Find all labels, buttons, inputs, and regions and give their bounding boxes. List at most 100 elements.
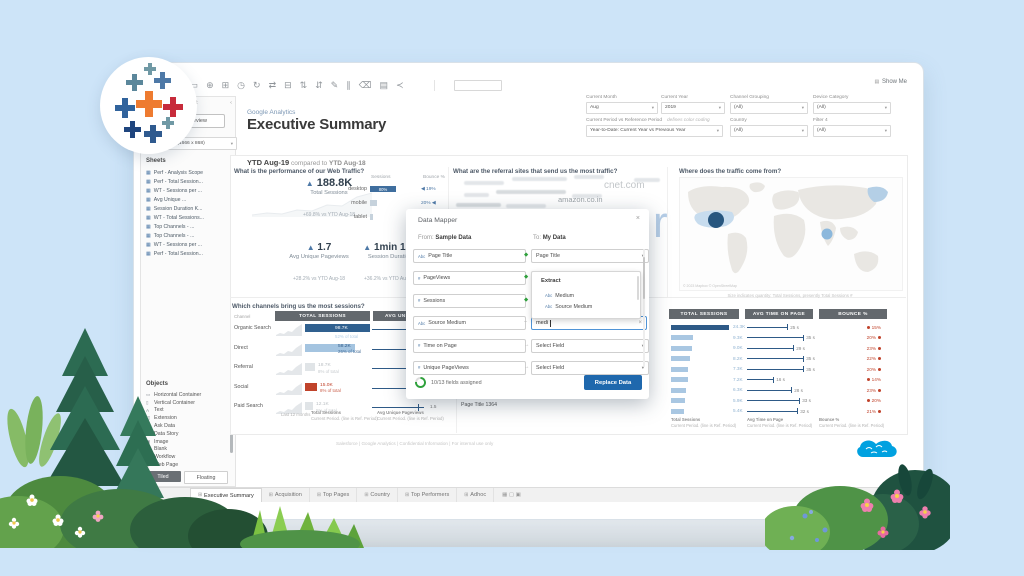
- sheet-list-item[interactable]: ▦ Top Channels - ...: [146, 231, 233, 240]
- filter-dropdown[interactable]: (All)▾: [730, 125, 808, 137]
- sheet-list-item[interactable]: ▦ Perf - Total Session...: [146, 249, 233, 258]
- toolbar-icon[interactable]: ▤: [380, 80, 389, 91]
- filter-dropdown[interactable]: 2019▾: [661, 102, 725, 114]
- map-dot-usa[interactable]: [708, 212, 724, 228]
- filter-dropdown[interactable]: (All)▾: [813, 125, 891, 137]
- sheet-tab[interactable]: ⊞ Top Performers: [398, 488, 457, 502]
- filter-label: Current Period vs Reference Period: [586, 118, 662, 123]
- worksheet-icon: ▦: [146, 179, 151, 185]
- from-field[interactable]: Abc Source Medium: [413, 316, 526, 330]
- clear-input-icon[interactable]: ×: [638, 320, 642, 326]
- page-row[interactable]: 7.3K 35 s 20%: [669, 364, 906, 375]
- wordcloud-site-partial[interactable]: r: [653, 201, 668, 245]
- field-type-icon: Abc: [545, 293, 552, 298]
- sessions-value: 5.4K: [733, 408, 743, 413]
- sheet-name: WT - Total Sessions...: [154, 215, 204, 221]
- toolbar-icon[interactable]: ⇅: [300, 80, 308, 91]
- bounce-cell: 21%: [819, 406, 881, 417]
- toolbar-icon[interactable]: ≺: [396, 80, 404, 91]
- close-icon[interactable]: ×: [636, 215, 640, 222]
- filter-country: Country (All)▾: [730, 118, 808, 137]
- worksheet-icon: ▦: [146, 233, 151, 239]
- sheet-list-item[interactable]: ▦ Avg Unique ...: [146, 195, 233, 204]
- filter-dropdown[interactable]: (All)▾: [813, 102, 891, 114]
- field-name: Unique PageViews: [423, 365, 468, 371]
- map-dot-india[interactable]: [822, 229, 833, 240]
- mapping-status-icon: ◆: [524, 274, 528, 280]
- toolbar-icon[interactable]: ↻: [253, 80, 261, 91]
- from-field[interactable]: Abc Page Title: [413, 249, 526, 263]
- toolbar-icon[interactable]: ⊕: [206, 80, 214, 91]
- from-field[interactable]: # Sessions: [413, 294, 526, 308]
- replace-data-button[interactable]: Replace Data: [584, 375, 642, 390]
- sheet-list-item[interactable]: ▦ Perf - Total Session...: [146, 177, 233, 186]
- filter-dropdown[interactable]: Year-to-Date: Current Year vs Previous Y…: [586, 125, 723, 137]
- world-map[interactable]: © 2023 Mapbox © OpenStreetMap: [679, 177, 903, 291]
- wordcloud-site-cnet[interactable]: cnet.com: [604, 181, 645, 191]
- field-name: Page Title: [428, 253, 452, 259]
- field-type-icon: Abc: [545, 304, 552, 309]
- from-fields-list: Abc Page Title ◆ # PageViews ◆: [413, 249, 531, 383]
- sheet-name: WT - Sessions per ...: [154, 242, 202, 248]
- new-sheet-buttons[interactable]: ▦ ▢ ▣: [494, 488, 529, 502]
- from-field[interactable]: # PageViews: [413, 271, 526, 285]
- reference-dot-icon: [867, 378, 870, 381]
- show-me-button[interactable]: ▤ Show Me: [874, 79, 907, 85]
- sheet-list-item[interactable]: ▦ WT - Sessions per ...: [146, 186, 233, 195]
- sheet-list-item[interactable]: ▦ WT - Total Sessions...: [146, 213, 233, 222]
- page-row[interactable]: 9.3K 35 s 20%: [669, 333, 906, 344]
- to-field-unique-pageviews[interactable]: Select Field▾: [531, 361, 649, 375]
- dialog-title: Data Mapper: [418, 217, 457, 224]
- page-row[interactable]: 8.2K 35 s 22%: [669, 354, 906, 365]
- to-field-time-on-page[interactable]: Select Field▾: [531, 339, 649, 353]
- dropdown-option[interactable]: Abc Medium: [545, 290, 592, 301]
- from-field[interactable]: # Time on Page: [413, 339, 526, 353]
- toolbar-fit-selector[interactable]: [454, 80, 502, 91]
- page-row[interactable]: 7.2K 16 s 14%: [669, 375, 906, 386]
- to-column-header: To: My Data: [533, 235, 566, 241]
- sheet-name: Top Channels - ...: [154, 233, 195, 239]
- toolbar-icon[interactable]: ⇄: [269, 80, 277, 91]
- from-field[interactable]: # Unique PageViews: [413, 361, 526, 375]
- filter-dropdown[interactable]: Aug▾: [586, 102, 658, 114]
- sheet-tab[interactable]: ⊞ Adhoc: [457, 488, 494, 502]
- wordcloud-site-amazon[interactable]: amazon.co.in: [558, 196, 603, 204]
- sheet-list-item[interactable]: ▦ Perf - Analysis Scope: [146, 168, 233, 177]
- mapping-status-icon: ◆: [524, 252, 528, 258]
- sessions-bar: [370, 214, 373, 220]
- page-row[interactable]: 5.4K 32 s 21%: [669, 406, 906, 417]
- reference-dot-icon: [878, 410, 881, 413]
- filter-current-month: Current Month Aug▾: [586, 95, 658, 114]
- sessions-value: 8.2K: [733, 356, 743, 361]
- toolbar-icon[interactable]: ⊟: [284, 80, 292, 91]
- sheet-list-item[interactable]: ▦ Top Channels - ...: [146, 222, 233, 231]
- mapping-status-icon: ◆: [524, 297, 528, 303]
- collapse-pane-icon[interactable]: ‹: [230, 100, 232, 106]
- dropdown-option[interactable]: Abc Source Medium: [545, 301, 592, 312]
- page-title-row-label: Page Title 1364: [461, 402, 497, 408]
- dialog-scrollbar[interactable]: [643, 249, 646, 367]
- page-row[interactable]: 5.9K 33 s 20%: [669, 396, 906, 407]
- toolbar-icon[interactable]: ⊞: [222, 80, 230, 91]
- toolbar-icon[interactable]: ⌫: [359, 80, 372, 91]
- sheet-list-item[interactable]: ▦ Session Duration K...: [146, 204, 233, 213]
- dropdown-scrollbar[interactable]: [637, 276, 639, 300]
- worksheet-icon: ▦: [146, 206, 151, 212]
- sheet-list-item[interactable]: ▦ WT - Sessions per ...: [146, 240, 233, 249]
- filter-dropdown[interactable]: (All)▾: [730, 102, 808, 114]
- to-field-page-title[interactable]: Page Title▾: [531, 249, 649, 263]
- page-row[interactable]: 9.0K 29 s 23%: [669, 343, 906, 354]
- page-row[interactable]: 6.3K 28 s 23%: [669, 385, 906, 396]
- page-row[interactable]: 24.3K 25 s 15%: [669, 322, 906, 333]
- page-title: Executive Summary: [247, 116, 386, 133]
- toolbar-icon[interactable]: ⇵: [315, 80, 323, 91]
- sessions-bar: [671, 356, 690, 361]
- toolbar-icon[interactable]: ◷: [237, 80, 245, 91]
- text-cursor: [550, 320, 551, 327]
- avg-time-lollipop: 29 s: [747, 343, 805, 354]
- sheet-name: WT - Sessions per ...: [154, 188, 202, 194]
- toolbar-icon[interactable]: ✎: [331, 80, 339, 91]
- mapping-status-icon: →: [524, 342, 530, 348]
- toolbar-icon[interactable]: ∥: [346, 80, 351, 91]
- sessions-bar: [370, 200, 377, 206]
